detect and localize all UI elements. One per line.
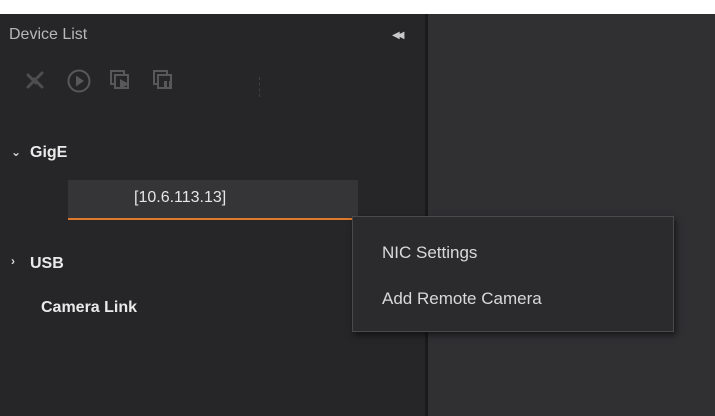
stop-capture-icon[interactable] (151, 68, 177, 94)
toolbar-separator (259, 77, 260, 97)
menu-item-label: Add Remote Camera (382, 289, 542, 308)
menu-item-label: NIC Settings (382, 243, 478, 262)
tree-item-device[interactable]: [10.6.113.13] (68, 180, 358, 220)
main-view (428, 14, 715, 416)
chevron-right-icon[interactable]: › (11, 254, 15, 268)
chevron-down-icon[interactable]: ⌄ (11, 145, 21, 159)
tree-item-label: GigE (30, 144, 68, 161)
disconnect-icon[interactable] (22, 68, 48, 94)
tree-item-gige[interactable]: ⌄ GigE (0, 136, 425, 172)
context-menu: NIC Settings Add Remote Camera (352, 216, 674, 332)
double-chevron-left-icon[interactable]: ◀◀ (392, 28, 408, 44)
device-list-panel: Device List ◀◀ ⌄ GigE [10.6.113.13] › US… (0, 14, 425, 416)
play-icon[interactable] (66, 68, 92, 94)
menu-item-nic-settings[interactable]: NIC Settings (353, 233, 673, 273)
tree-item-label: Camera Link (41, 299, 138, 316)
panel-header: Device List ◀◀ (0, 14, 425, 58)
continuous-capture-icon[interactable] (108, 68, 134, 94)
panel-title: Device List (9, 26, 88, 43)
toolbar (0, 58, 425, 102)
app-window: Device List ◀◀ ⌄ GigE [10.6.113.13] › US… (0, 14, 715, 416)
device-ip-label: [10.6.113.13] (134, 189, 227, 206)
tree-item-label: USB (30, 255, 64, 272)
menu-item-add-remote-camera[interactable]: Add Remote Camera (353, 279, 673, 319)
